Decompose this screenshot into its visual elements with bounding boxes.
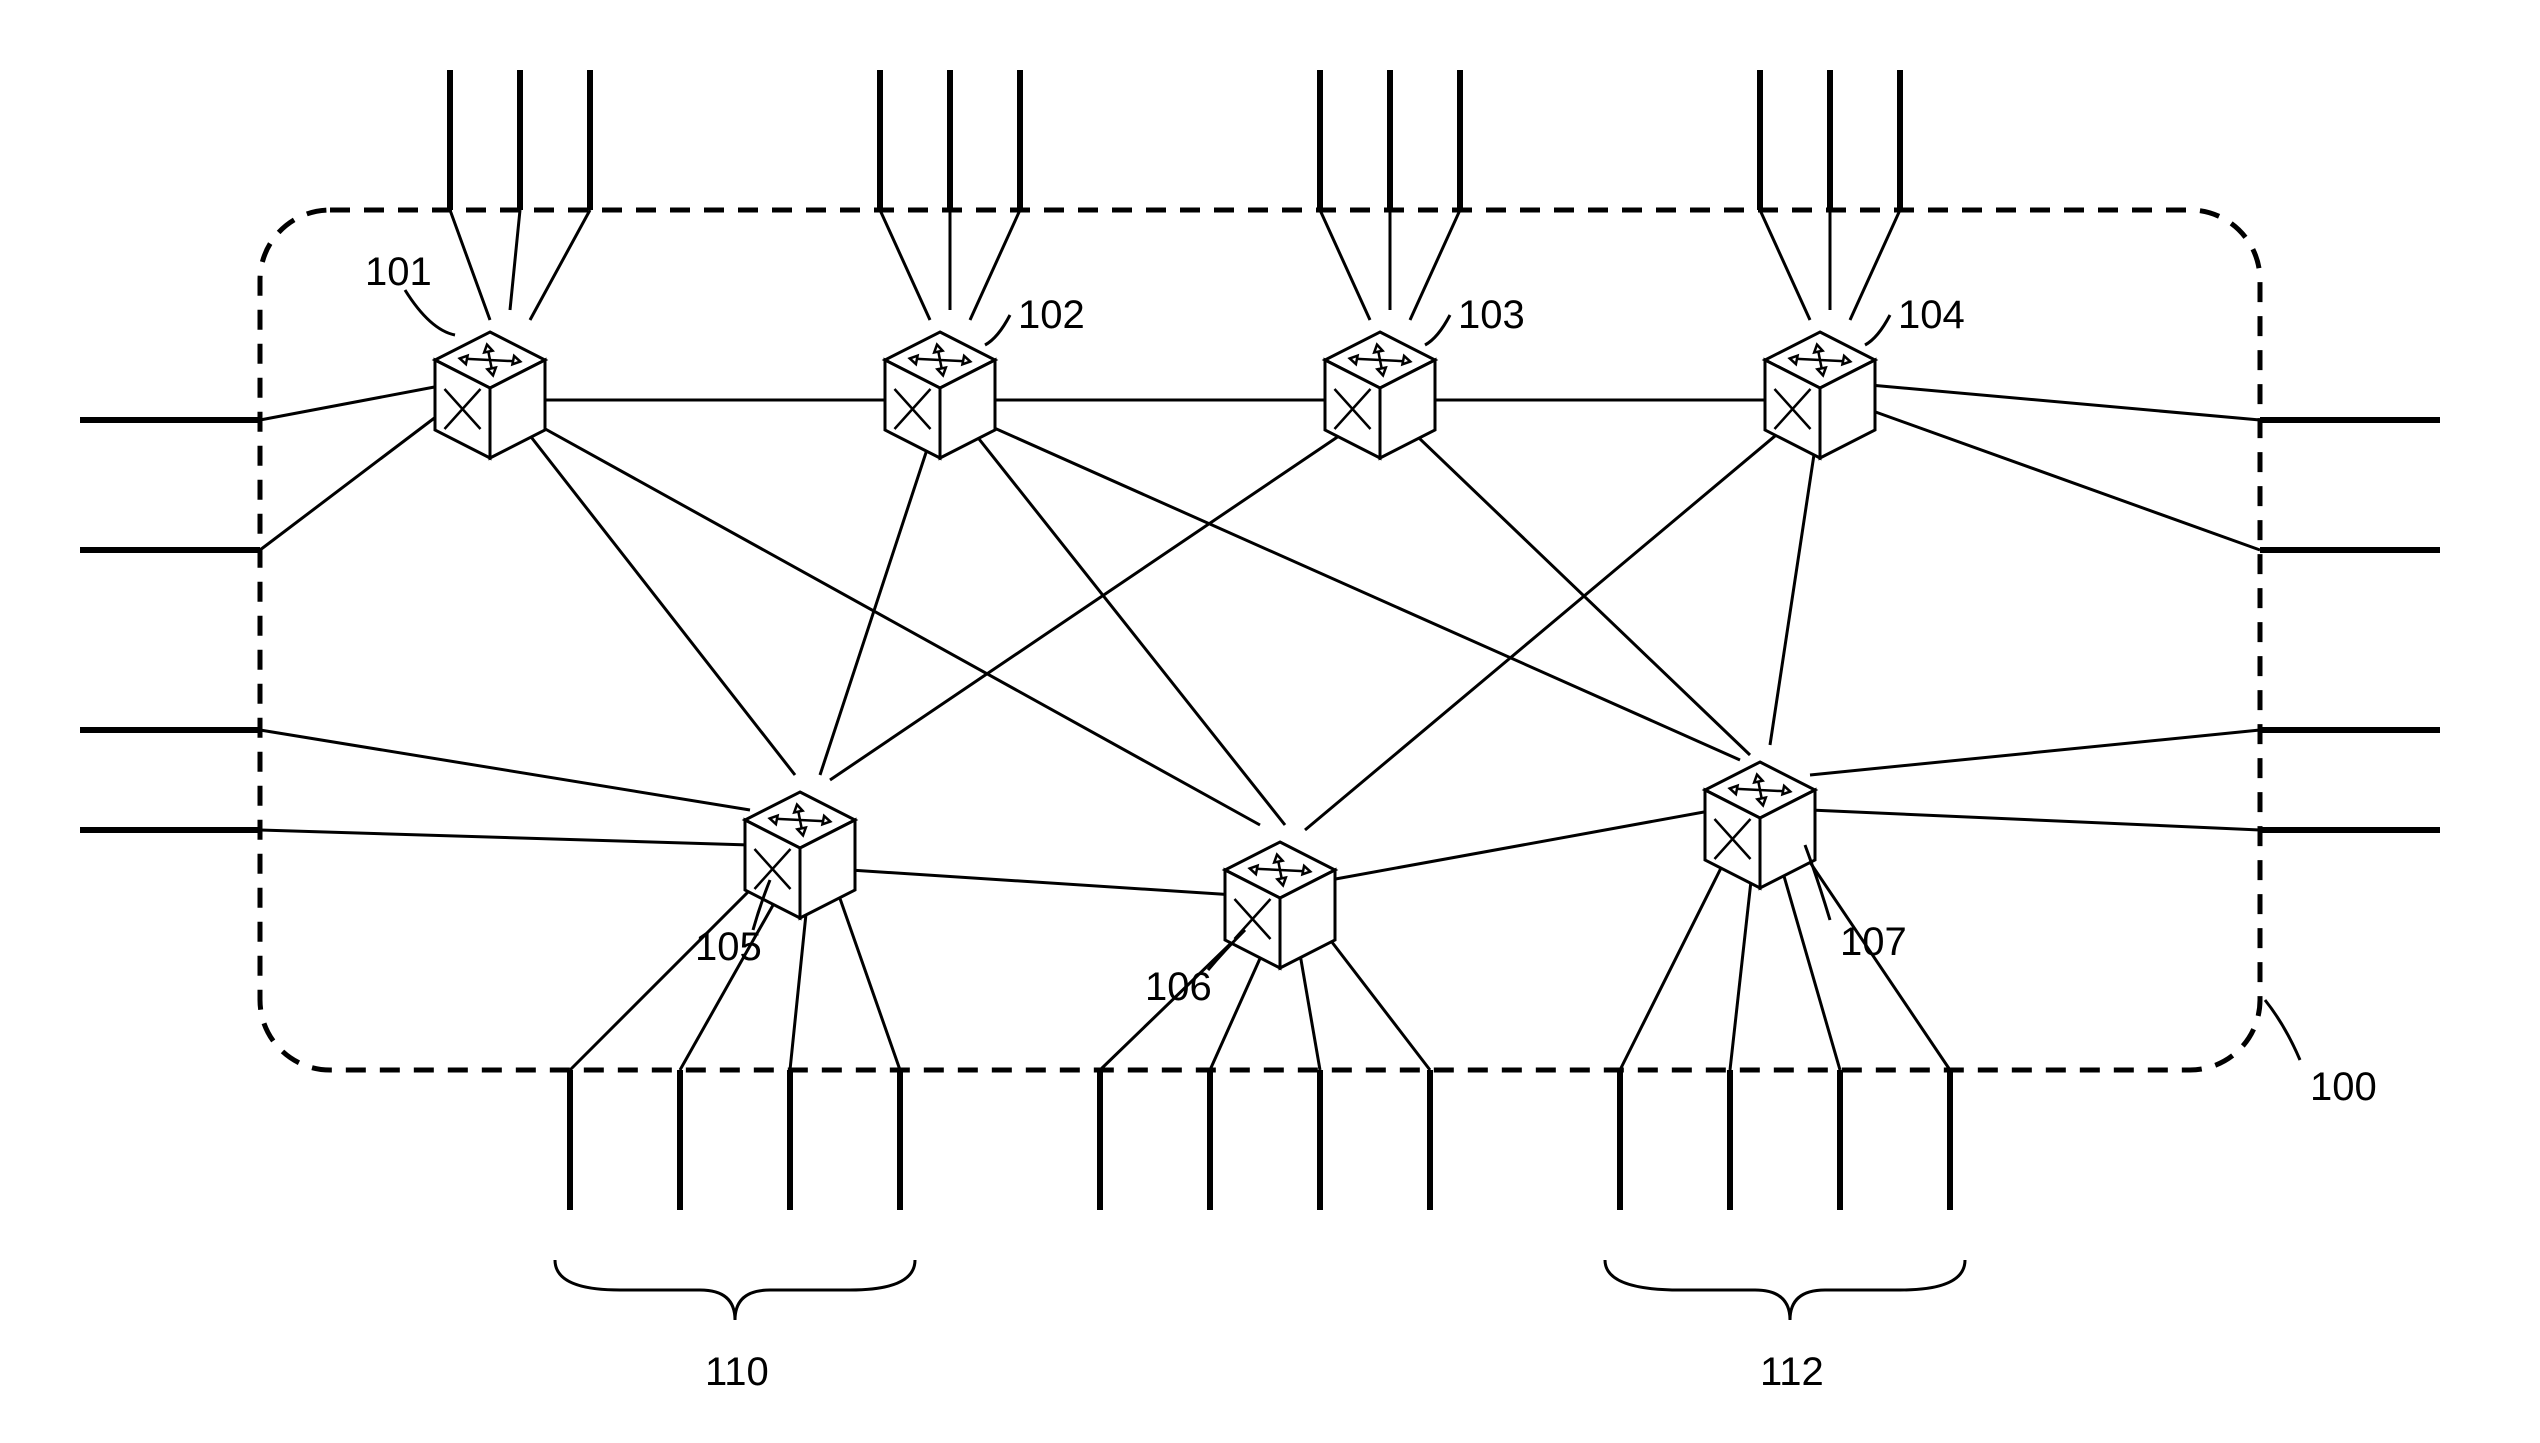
label-104: 104 <box>1898 293 1965 337</box>
label-107: 107 <box>1840 920 1907 964</box>
label-106: 106 <box>1145 965 1212 1009</box>
label-102: 102 <box>1018 293 1085 337</box>
label-112: 112 <box>1760 1350 1824 1394</box>
label-103: 103 <box>1458 293 1525 337</box>
switch-104 <box>1765 332 1875 458</box>
switch-103 <box>1325 332 1435 458</box>
switch-101 <box>435 332 545 458</box>
label-101: 101 <box>365 250 432 294</box>
switch-106 <box>1225 842 1335 968</box>
label-110: 110 <box>705 1350 769 1394</box>
label-100: 100 <box>2310 1065 2377 1109</box>
switch-107 <box>1705 762 1815 888</box>
switch-102 <box>885 332 995 458</box>
label-105: 105 <box>695 925 762 969</box>
